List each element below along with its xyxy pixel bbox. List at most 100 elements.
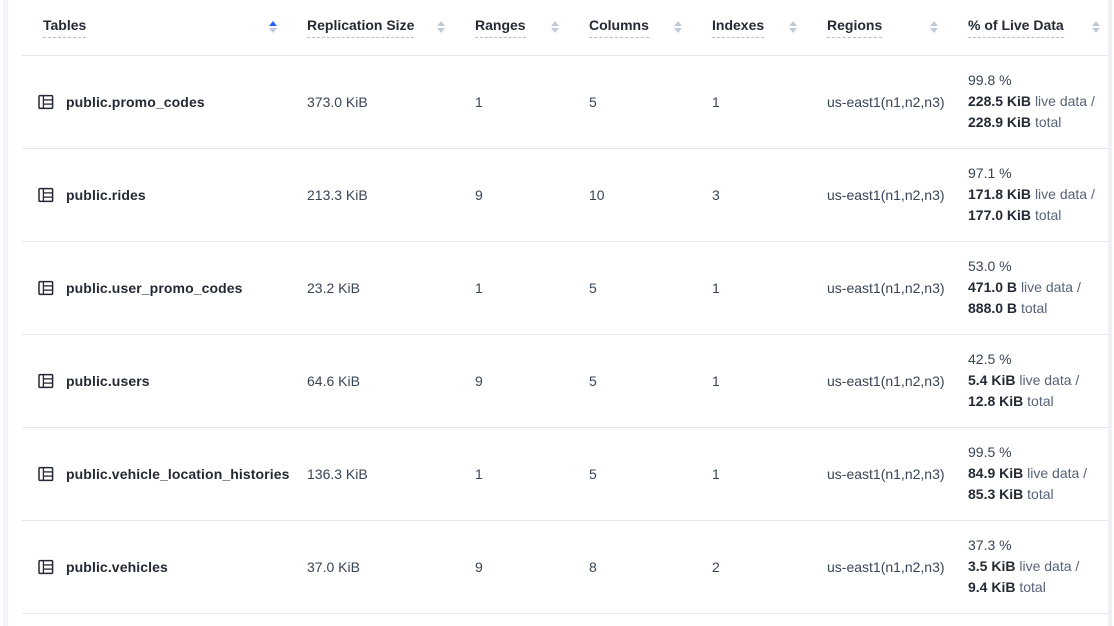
cell-indexes: 3: [712, 148, 827, 241]
cell-ranges: 9: [475, 334, 589, 427]
total-size-line: 12.8 KiB total: [968, 391, 1108, 412]
sort-down-arrow-icon: [930, 28, 938, 33]
cell-live-data: 42.5 % 5.4 KiB live data / 12.8 KiB tota…: [968, 334, 1108, 427]
table-name-link[interactable]: public.promo_codes: [66, 94, 205, 110]
cell-live-data: 53.0 % 471.0 B live data / 888.0 B total: [968, 241, 1108, 334]
column-header-live-data[interactable]: % of Live Data: [968, 0, 1108, 55]
sort-up-arrow-icon: [674, 21, 682, 26]
sort-down-arrow-icon: [789, 28, 797, 33]
cell-columns: 5: [589, 55, 712, 148]
sort-icon[interactable]: [1090, 19, 1102, 35]
sort-down-arrow-icon: [269, 28, 277, 33]
cell-replication-size: 136.3 KiB: [307, 427, 475, 520]
column-header-regions[interactable]: Regions: [827, 0, 968, 55]
database-tables-table: Tables Replication Size Ranges Columns I…: [22, 0, 1108, 614]
sort-icon[interactable]: [928, 19, 940, 35]
table-row: public.user_promo_codes 23.2 KiB 1 5 1 u…: [22, 241, 1108, 334]
cell-live-data: 37.3 % 3.5 KiB live data / 9.4 KiB total: [968, 520, 1108, 613]
total-size-line: 85.3 KiB total: [968, 484, 1108, 505]
cell-indexes: 1: [712, 55, 827, 148]
tables-list-panel: Tables Replication Size Ranges Columns I…: [22, 0, 1108, 614]
live-size-line: 171.8 KiB live data /: [968, 184, 1108, 205]
column-label-ranges: Ranges: [475, 17, 526, 38]
sort-icon[interactable]: [672, 19, 684, 35]
table-header: Tables Replication Size Ranges Columns I…: [22, 0, 1108, 55]
cell-replication-size: 213.3 KiB: [307, 148, 475, 241]
column-header-columns[interactable]: Columns: [589, 0, 712, 55]
table-row: public.promo_codes 373.0 KiB 1 5 1 us-ea…: [22, 55, 1108, 148]
column-label-columns: Columns: [589, 17, 649, 38]
cell-regions: us-east1(n1,n2,n3): [827, 241, 968, 334]
sort-up-arrow-icon: [1092, 21, 1100, 26]
sort-up-arrow-icon: [551, 21, 559, 26]
cell-indexes: 1: [712, 427, 827, 520]
sort-up-arrow-icon: [437, 21, 445, 26]
live-percent: 53.0 %: [968, 256, 1108, 277]
cell-live-data: 99.8 % 228.5 KiB live data / 228.9 KiB t…: [968, 55, 1108, 148]
table-icon: [38, 280, 54, 296]
sort-icon[interactable]: [549, 19, 561, 35]
page-right-gutter: [1108, 0, 1112, 626]
live-percent: 99.5 %: [968, 442, 1108, 463]
cell-regions: us-east1(n1,n2,n3): [827, 427, 968, 520]
column-label-regions: Regions: [827, 17, 882, 38]
column-header-tables[interactable]: Tables: [22, 0, 307, 55]
live-percent: 37.3 %: [968, 535, 1108, 556]
sort-up-arrow-icon: [269, 21, 277, 26]
cell-regions: us-east1(n1,n2,n3): [827, 148, 968, 241]
table-icon: [38, 466, 54, 482]
live-size-line: 228.5 KiB live data /: [968, 91, 1108, 112]
table-icon: [38, 187, 54, 203]
sort-up-arrow-icon: [930, 21, 938, 26]
cell-ranges: 9: [475, 148, 589, 241]
table-name-link[interactable]: public.vehicle_location_histories: [66, 466, 289, 482]
table-icon: [38, 559, 54, 575]
column-header-indexes[interactable]: Indexes: [712, 0, 827, 55]
cell-table-name: public.vehicle_location_histories: [22, 427, 307, 520]
cell-regions: us-east1(n1,n2,n3): [827, 520, 968, 613]
cell-columns: 5: [589, 334, 712, 427]
total-size-line: 177.0 KiB total: [968, 205, 1108, 226]
cell-ranges: 1: [475, 241, 589, 334]
column-label-indexes: Indexes: [712, 17, 764, 38]
cell-indexes: 1: [712, 241, 827, 334]
live-size-line: 5.4 KiB live data /: [968, 370, 1108, 391]
sort-down-arrow-icon: [551, 28, 559, 33]
table-name-link[interactable]: public.users: [66, 373, 150, 389]
cell-live-data: 99.5 % 84.9 KiB live data / 85.3 KiB tot…: [968, 427, 1108, 520]
cell-replication-size: 23.2 KiB: [307, 241, 475, 334]
sort-icon[interactable]: [435, 19, 447, 35]
cell-table-name: public.users: [22, 334, 307, 427]
sort-down-arrow-icon: [1092, 28, 1100, 33]
live-size-line: 471.0 B live data /: [968, 277, 1108, 298]
cell-live-data: 97.1 % 171.8 KiB live data / 177.0 KiB t…: [968, 148, 1108, 241]
cell-replication-size: 64.6 KiB: [307, 334, 475, 427]
cell-table-name: public.rides: [22, 148, 307, 241]
sort-icon[interactable]: [787, 19, 799, 35]
cell-columns: 8: [589, 520, 712, 613]
cell-indexes: 2: [712, 520, 827, 613]
cell-regions: us-east1(n1,n2,n3): [827, 55, 968, 148]
column-header-ranges[interactable]: Ranges: [475, 0, 589, 55]
cell-ranges: 1: [475, 55, 589, 148]
total-size-line: 9.4 KiB total: [968, 577, 1108, 598]
live-size-line: 84.9 KiB live data /: [968, 463, 1108, 484]
sort-icon[interactable]: [267, 19, 279, 35]
cell-indexes: 1: [712, 334, 827, 427]
cell-regions: us-east1(n1,n2,n3): [827, 334, 968, 427]
page-left-gutter: [3, 0, 8, 626]
table-row: public.vehicle_location_histories 136.3 …: [22, 427, 1108, 520]
cell-replication-size: 37.0 KiB: [307, 520, 475, 613]
live-percent: 42.5 %: [968, 349, 1108, 370]
table-name-link[interactable]: public.rides: [66, 187, 146, 203]
cell-ranges: 9: [475, 520, 589, 613]
cell-columns: 5: [589, 241, 712, 334]
table-name-link[interactable]: public.user_promo_codes: [66, 280, 243, 296]
sort-up-arrow-icon: [789, 21, 797, 26]
column-header-replication-size[interactable]: Replication Size: [307, 0, 475, 55]
total-size-line: 228.9 KiB total: [968, 112, 1108, 133]
sort-down-arrow-icon: [674, 28, 682, 33]
table-name-link[interactable]: public.vehicles: [66, 559, 168, 575]
table-icon: [38, 373, 54, 389]
column-label-live-data: % of Live Data: [968, 17, 1064, 38]
